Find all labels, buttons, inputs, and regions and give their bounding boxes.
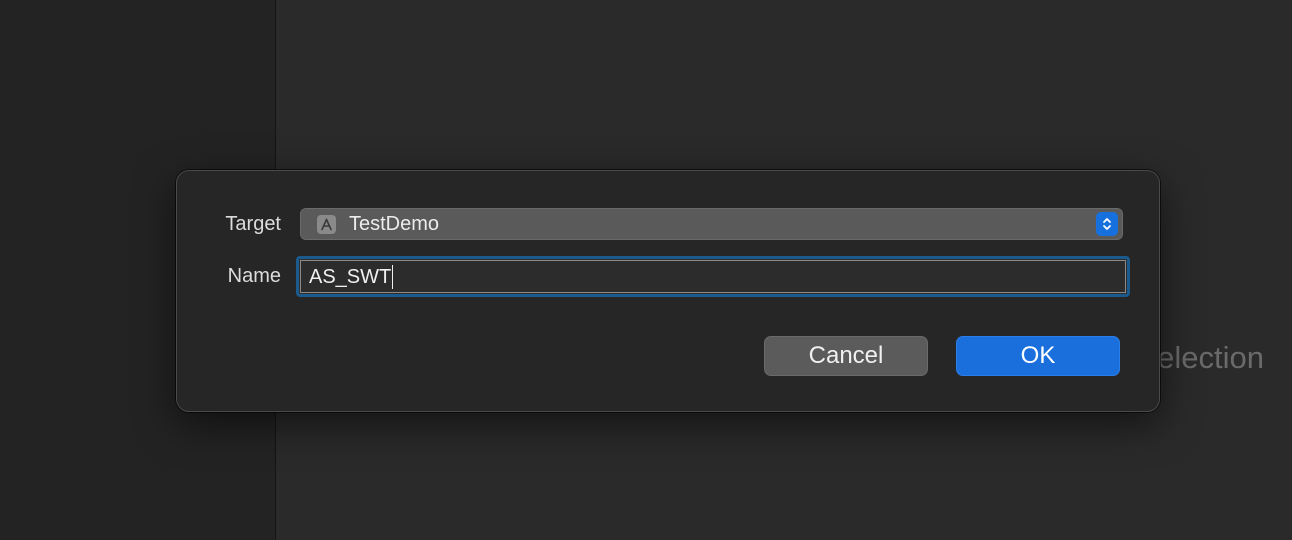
name-field-value[interactable]: AS_SWT [309,265,394,289]
target-select-value: TestDemo [349,213,440,235]
add-target-dialog: Target TestDemo Name AS_SWT Cancel OK [176,170,1160,412]
name-field-text: AS_SWT [309,265,392,288]
name-field[interactable]: AS_SWT [296,256,1130,297]
name-label: Name [227,265,281,287]
cancel-button[interactable]: Cancel [764,336,928,376]
name-field-inner[interactable]: AS_SWT [300,260,1126,293]
target-select[interactable]: TestDemo [300,208,1123,240]
text-caret [392,265,394,289]
ok-button[interactable]: OK [956,336,1120,376]
target-label: Target [225,213,281,235]
app-icon [317,215,336,234]
chevron-up-down-icon[interactable] [1096,212,1118,236]
